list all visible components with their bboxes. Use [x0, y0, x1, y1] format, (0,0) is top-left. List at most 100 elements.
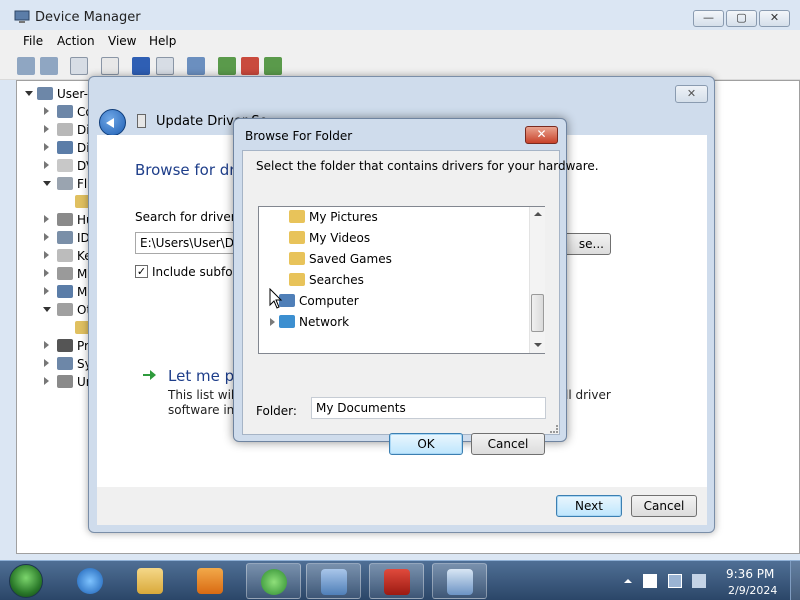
- folder-item[interactable]: My Pictures: [259, 207, 519, 227]
- scroll-up-icon[interactable]: [534, 212, 542, 216]
- dialog-body: Select the folder that contains drivers …: [242, 150, 599, 455]
- expand-arrow-icon[interactable]: [44, 143, 49, 151]
- folder-tree[interactable]: My Pictures My Videos Saved Games Search…: [258, 206, 545, 354]
- expand-arrow-icon[interactable]: [44, 161, 49, 169]
- tree-root-label: User-I: [57, 87, 92, 101]
- enable-device-icon[interactable]: [264, 57, 282, 75]
- menu-action[interactable]: Action: [57, 34, 95, 48]
- expand-arrow-icon[interactable]: [44, 359, 49, 367]
- show-hidden-icons-icon[interactable]: [621, 574, 635, 588]
- show-desktop-button[interactable]: [790, 561, 800, 600]
- taskbar-wizard[interactable]: [432, 563, 487, 599]
- expand-arrow-icon[interactable]: [270, 318, 275, 326]
- menu-help[interactable]: Help: [149, 34, 176, 48]
- show-action-pane-icon[interactable]: [156, 57, 174, 75]
- folder-label: My Pictures: [309, 210, 378, 224]
- system-devices-icon: [57, 357, 73, 370]
- expand-arrow-icon[interactable]: [44, 107, 49, 115]
- wizard-footer: Next Cancel: [97, 487, 707, 525]
- action-center-flag-icon[interactable]: [643, 574, 657, 588]
- folder-item[interactable]: Searches: [259, 270, 519, 290]
- show-hide-console-tree-icon[interactable]: [70, 57, 88, 75]
- folder-tree-scrollbar[interactable]: [529, 207, 545, 353]
- device-manager-app-icon: [14, 10, 30, 23]
- folder-item[interactable]: My Videos: [259, 228, 519, 248]
- close-button[interactable]: ✕: [759, 10, 790, 27]
- properties-icon[interactable]: [101, 57, 119, 75]
- expand-arrow-icon[interactable]: [44, 251, 49, 259]
- back-arrow-icon[interactable]: [17, 57, 35, 75]
- display-adapter-icon: [57, 141, 73, 154]
- update-driver-wizard-icon: [447, 569, 473, 595]
- collapse-arrow-icon[interactable]: [43, 181, 51, 186]
- menu-file[interactable]: File: [23, 34, 43, 48]
- driver-path-input[interactable]: E:\Users\User\Doc: [135, 232, 240, 254]
- expand-arrow-icon[interactable]: [44, 269, 49, 277]
- uninstall-icon[interactable]: [241, 57, 259, 75]
- taskbar-device-manager[interactable]: [306, 563, 361, 599]
- usb-device-icon: [137, 114, 146, 128]
- wizard-close-button[interactable]: ✕: [675, 85, 708, 103]
- network-icon: [279, 315, 295, 328]
- taskbar-internet-explorer[interactable]: [63, 563, 118, 599]
- next-button[interactable]: Next: [556, 495, 622, 517]
- include-subfolders-checkbox[interactable]: ✓: [135, 265, 148, 278]
- volume-muted-icon[interactable]: [692, 574, 706, 588]
- dialog-title: Browse For Folder: [245, 129, 353, 143]
- ok-button[interactable]: OK: [389, 433, 463, 455]
- pick-description-line2: software in t: [168, 403, 243, 417]
- expand-arrow-icon[interactable]: [44, 215, 49, 223]
- scrollbar-thumb[interactable]: [531, 294, 544, 332]
- pick-from-list-link[interactable]: Let me pi: [168, 367, 238, 385]
- dialog-close-button[interactable]: ✕: [525, 126, 558, 144]
- expand-arrow-icon[interactable]: [44, 341, 49, 349]
- green-arrow-icon: [143, 370, 156, 380]
- wizard-back-button[interactable]: [99, 109, 126, 136]
- wizard-cancel-button[interactable]: Cancel: [631, 495, 697, 517]
- internet-explorer-icon: [77, 568, 103, 594]
- folder-item[interactable]: Saved Games: [259, 249, 519, 269]
- other-devices-icon: [57, 303, 73, 316]
- minimize-button[interactable]: —: [693, 10, 724, 27]
- expand-arrow-icon[interactable]: [44, 287, 49, 295]
- expand-arrow-icon[interactable]: [44, 125, 49, 133]
- include-subfolders-label: Include subfold: [152, 265, 244, 279]
- mouse-cursor-icon: [269, 288, 283, 309]
- forward-arrow-icon[interactable]: [40, 57, 58, 75]
- device-manager-title: Device Manager: [35, 10, 141, 25]
- clock-time[interactable]: 9:36 PM: [726, 567, 774, 581]
- expand-arrow-icon[interactable]: [25, 91, 33, 96]
- clock-date[interactable]: 2/9/2024: [728, 584, 777, 597]
- help-icon[interactable]: [132, 57, 150, 75]
- scan-hardware-icon[interactable]: [187, 57, 205, 75]
- expand-arrow-icon[interactable]: [44, 377, 49, 385]
- resize-grip-icon[interactable]: [550, 425, 558, 433]
- hid-icon: [57, 213, 73, 226]
- menu-view[interactable]: View: [108, 34, 136, 48]
- scroll-down-icon[interactable]: [534, 343, 542, 347]
- media-player-icon: [197, 568, 223, 594]
- folder-field[interactable]: My Documents: [311, 397, 546, 419]
- expand-arrow-icon[interactable]: [44, 233, 49, 241]
- folder-item[interactable]: Network: [259, 312, 519, 332]
- keyboard-icon: [57, 249, 73, 262]
- folder-label: My Videos: [309, 231, 371, 245]
- update-driver-icon[interactable]: [218, 57, 236, 75]
- folder-item[interactable]: Computer: [259, 291, 519, 311]
- collapse-arrow-icon[interactable]: [43, 307, 51, 312]
- taskbar-app-1[interactable]: [246, 563, 301, 599]
- dialog-cancel-button[interactable]: Cancel: [471, 433, 545, 455]
- folder-field-label: Folder:: [256, 404, 297, 418]
- floppy-drive-icon: [57, 177, 73, 190]
- device-manager-icon: [321, 569, 347, 595]
- computer-icon: [37, 87, 53, 100]
- maximize-button[interactable]: ▢: [726, 10, 757, 27]
- taskbar-toolbox[interactable]: [369, 563, 424, 599]
- taskbar-explorer[interactable]: [123, 563, 178, 599]
- dialog-instruction: Select the folder that contains drivers …: [256, 159, 599, 173]
- start-button[interactable]: [9, 564, 43, 598]
- network-status-icon[interactable]: [668, 574, 682, 588]
- device-manager-titlebar[interactable]: Device Manager — ▢ ✕: [0, 0, 800, 30]
- taskbar-media-player[interactable]: [183, 563, 238, 599]
- taskbar: 9:36 PM 2/9/2024: [0, 560, 800, 600]
